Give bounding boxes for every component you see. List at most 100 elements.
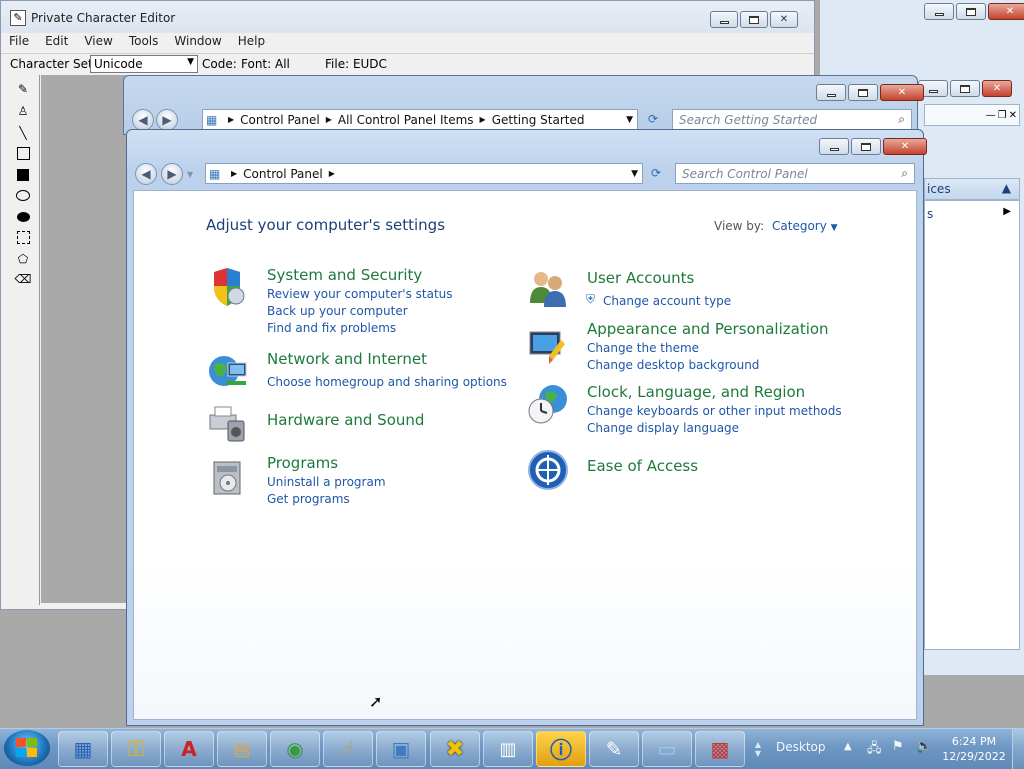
category-user-accounts[interactable]: User Accounts xyxy=(587,269,694,287)
breadcrumb-item[interactable]: Control Panel xyxy=(243,167,323,181)
filled-rectangle-icon[interactable] xyxy=(15,167,31,183)
taskbar-x-tool-icon[interactable]: ✖ xyxy=(430,731,480,767)
menu-window[interactable]: Window xyxy=(166,33,229,51)
start-button[interactable] xyxy=(4,730,50,766)
freeform-select-icon[interactable]: ⬠ xyxy=(15,251,31,267)
chevron-right-icon[interactable]: ▶ xyxy=(1003,206,1011,217)
recent-pages-icon[interactable]: ▼ xyxy=(187,170,193,179)
charset-select[interactable]: Unicode ▼ xyxy=(90,55,198,73)
breadcrumb-item[interactable]: Control Panel xyxy=(240,113,320,127)
user-accounts-icon[interactable] xyxy=(527,267,569,309)
menu-help[interactable]: Help xyxy=(230,33,273,51)
taskbar-control-panel-icon[interactable]: ▦ xyxy=(58,731,108,767)
close-button[interactable]: ✕ xyxy=(982,80,1012,97)
close-icon[interactable]: ✕ xyxy=(1009,110,1017,121)
category-appearance-and-personalization[interactable]: Appearance and Personalization xyxy=(587,320,829,338)
close-button[interactable]: ✕ xyxy=(770,11,798,28)
network-globe-icon[interactable] xyxy=(206,351,248,393)
line-icon[interactable]: ╲ xyxy=(15,125,31,141)
breadcrumb-arrow-icon[interactable]: ▶ xyxy=(228,115,234,124)
category-ease-of-access[interactable]: Ease of Access xyxy=(587,457,698,475)
printer-speaker-icon[interactable] xyxy=(206,401,248,443)
minimize-button[interactable] xyxy=(710,11,738,28)
taskbar-scroll-arrows-icon[interactable]: ▲ ▼ xyxy=(751,733,765,765)
back-button[interactable]: ◀ xyxy=(132,109,154,131)
search-input[interactable]: Search Getting Started ⌕ xyxy=(672,109,912,130)
search-icon[interactable]: ⌕ xyxy=(898,112,905,127)
taskbar-key-icon[interactable]: ⚿ xyxy=(111,731,161,767)
tray-expand-icon[interactable]: ▲ xyxy=(844,741,852,752)
dropdown-arrow-icon[interactable]: ▼ xyxy=(187,57,194,67)
hollow-rectangle-icon[interactable] xyxy=(15,145,31,161)
desktop-toolbar-label[interactable]: Desktop xyxy=(776,740,826,754)
taskbar-document-icon[interactable]: ▥ xyxy=(483,731,533,767)
category-programs[interactable]: Programs xyxy=(267,454,338,472)
forward-button[interactable]: ▶ xyxy=(156,109,178,131)
shield-icon[interactable] xyxy=(206,266,248,308)
taskbar-security-shield-icon[interactable]: ◉ xyxy=(270,731,320,767)
breadcrumb-arrow-icon[interactable]: ▶ xyxy=(329,169,335,178)
hollow-ellipse-icon[interactable] xyxy=(15,187,31,203)
bg-section-header[interactable]: ices ▲ xyxy=(924,178,1020,200)
taskbar-hand-pointer-icon[interactable]: ☝ xyxy=(323,731,373,767)
category-hardware-and-sound[interactable]: Hardware and Sound xyxy=(267,411,424,429)
link-homegroup[interactable]: Choose homegroup and sharing options xyxy=(267,375,507,389)
link-find-fix[interactable]: Find and fix problems xyxy=(267,321,396,335)
minimize-icon[interactable]: — xyxy=(986,110,996,121)
dropdown-arrow-icon[interactable]: ▼ xyxy=(631,169,638,179)
search-icon[interactable]: ⌕ xyxy=(901,166,908,181)
link-change-theme[interactable]: Change the theme xyxy=(587,341,699,355)
minimize-button[interactable] xyxy=(819,138,849,155)
close-button[interactable]: ✕ xyxy=(883,138,927,155)
pencil-icon[interactable]: ✎ xyxy=(15,81,31,97)
maximize-button[interactable] xyxy=(851,138,881,155)
action-center-flag-icon[interactable]: ⚑ xyxy=(892,739,904,754)
appearance-icon[interactable] xyxy=(527,326,569,368)
back-button[interactable]: ◀ xyxy=(135,163,157,185)
taskbar-remote-desktop-icon[interactable]: ▭ xyxy=(642,731,692,767)
refresh-icon[interactable]: ⟳ xyxy=(645,163,667,184)
filled-ellipse-icon[interactable] xyxy=(15,209,31,225)
clock-globe-icon[interactable] xyxy=(527,383,569,425)
category-network-and-internet[interactable]: Network and Internet xyxy=(267,350,427,368)
ease-of-access-icon[interactable] xyxy=(527,449,569,491)
menu-edit[interactable]: Edit xyxy=(37,33,76,51)
taskbar-private-character-editor-icon[interactable]: ✎ xyxy=(589,731,639,767)
breadcrumb-item[interactable]: All Control Panel Items xyxy=(338,113,474,127)
maximize-button[interactable] xyxy=(950,80,980,97)
menu-file[interactable]: File xyxy=(1,33,37,51)
maximize-button[interactable] xyxy=(740,11,768,28)
breadcrumb-arrow-icon[interactable]: ▶ xyxy=(326,115,332,124)
address-bar[interactable]: ▦ ▶ Control Panel ▶ All Control Panel It… xyxy=(202,109,638,130)
address-bar[interactable]: ▦ ▶ Control Panel ▶ ▼ xyxy=(205,163,643,184)
category-clock-language-region[interactable]: Clock, Language, and Region xyxy=(587,383,805,401)
taskbar-drive-icon[interactable]: ▤ xyxy=(217,731,267,767)
maximize-button[interactable] xyxy=(848,84,878,101)
restore-icon[interactable]: ❐ xyxy=(998,110,1007,121)
view-by-dropdown[interactable]: Category ▼ xyxy=(772,219,838,233)
minimize-button[interactable] xyxy=(924,3,954,20)
brush-icon[interactable]: ♙ xyxy=(15,103,31,119)
search-input[interactable]: Search Control Panel ⌕ xyxy=(675,163,915,184)
show-desktop-button[interactable] xyxy=(1012,729,1024,769)
maximize-button[interactable] xyxy=(956,3,986,20)
refresh-icon[interactable]: ⟳ xyxy=(642,109,664,130)
link-uninstall[interactable]: Uninstall a program xyxy=(267,475,386,489)
breadcrumb-item[interactable]: Getting Started xyxy=(492,113,585,127)
breadcrumb-arrow-icon[interactable]: ▶ xyxy=(231,169,237,178)
close-button[interactable]: ✕ xyxy=(988,3,1024,20)
minimize-button[interactable] xyxy=(816,84,846,101)
rectangular-select-icon[interactable] xyxy=(15,229,31,245)
link-desktop-background[interactable]: Change desktop background xyxy=(587,358,759,372)
title-bar[interactable]: ✎ Private Character Editor ✕ xyxy=(1,1,814,33)
link-change-account-type[interactable]: Change account type xyxy=(603,294,731,308)
network-tray-icon[interactable]: 🖧 xyxy=(867,739,882,761)
category-system-and-security[interactable]: System and Security xyxy=(267,266,422,284)
link-get-programs[interactable]: Get programs xyxy=(267,492,350,506)
eraser-icon[interactable]: ⌫ xyxy=(15,271,32,287)
close-button[interactable]: ✕ xyxy=(880,84,924,101)
dropdown-arrow-icon[interactable]: ▼ xyxy=(626,115,633,125)
taskbar-control-panel-window-icon[interactable]: ▣ xyxy=(376,731,426,767)
clock[interactable]: 6:24 PM 12/29/2022 xyxy=(942,734,1006,764)
forward-button[interactable]: ▶ xyxy=(161,163,183,185)
